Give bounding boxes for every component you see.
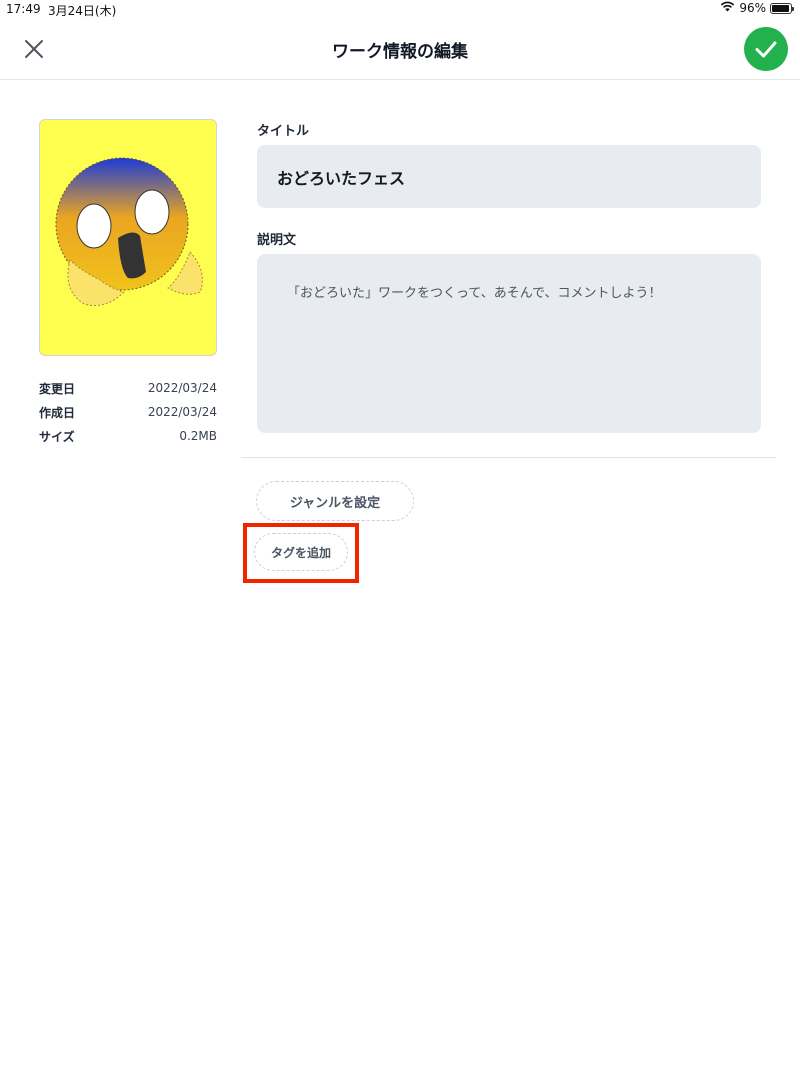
screaming-face-emoji — [55, 157, 203, 306]
status-bar: 17:49 3月24日(木) 96% — [0, 0, 800, 20]
set-genre-button[interactable]: ジャンルを設定 — [256, 481, 414, 521]
description-label: 説明文 — [257, 233, 297, 248]
modified-label: 変更日 — [39, 381, 76, 396]
work-meta: 変更日 2022/03/24 作成日 2022/03/24 サイズ 0.2MB — [39, 376, 217, 448]
set-genre-label: ジャンルを設定 — [289, 495, 381, 511]
size-value: 0.2MB — [179, 429, 217, 443]
nav-bar: ワーク情報の編集 — [0, 20, 800, 80]
title-field[interactable]: おどろいたフェス — [257, 145, 761, 208]
status-indicators: 96% — [720, 1, 794, 15]
meta-row-modified: 変更日 2022/03/24 — [39, 376, 217, 400]
description-field[interactable]: 「おどろいた」ワークをつくって、あそんで、コメントしよう！ — [257, 254, 761, 433]
battery-fill — [772, 4, 790, 12]
created-label: 作成日 — [39, 405, 76, 420]
status-date: 3月24日(木) — [48, 4, 117, 18]
battery-icon — [770, 2, 794, 14]
title-value: おどろいたフェス — [277, 168, 406, 188]
description-value: 「おどろいた」ワークをつくって、あそんで、コメントしよう！ — [287, 286, 662, 301]
meta-row-created: 作成日 2022/03/24 — [39, 400, 217, 424]
size-label: サイズ — [39, 429, 75, 444]
title-label: タイトル — [257, 124, 310, 139]
save-button[interactable] — [744, 27, 788, 71]
work-thumbnail[interactable] — [39, 119, 217, 356]
battery-percent: 96% — [739, 1, 766, 15]
highlight-box — [243, 523, 359, 583]
checkmark-icon — [755, 41, 777, 58]
wifi-icon — [720, 1, 735, 15]
modified-value: 2022/03/24 — [147, 381, 217, 395]
status-time: 17:49 — [6, 2, 41, 16]
page-title: ワーク情報の編集 — [332, 42, 468, 62]
created-value: 2022/03/24 — [147, 405, 217, 419]
meta-row-size: サイズ 0.2MB — [39, 424, 217, 448]
divider — [241, 457, 776, 458]
